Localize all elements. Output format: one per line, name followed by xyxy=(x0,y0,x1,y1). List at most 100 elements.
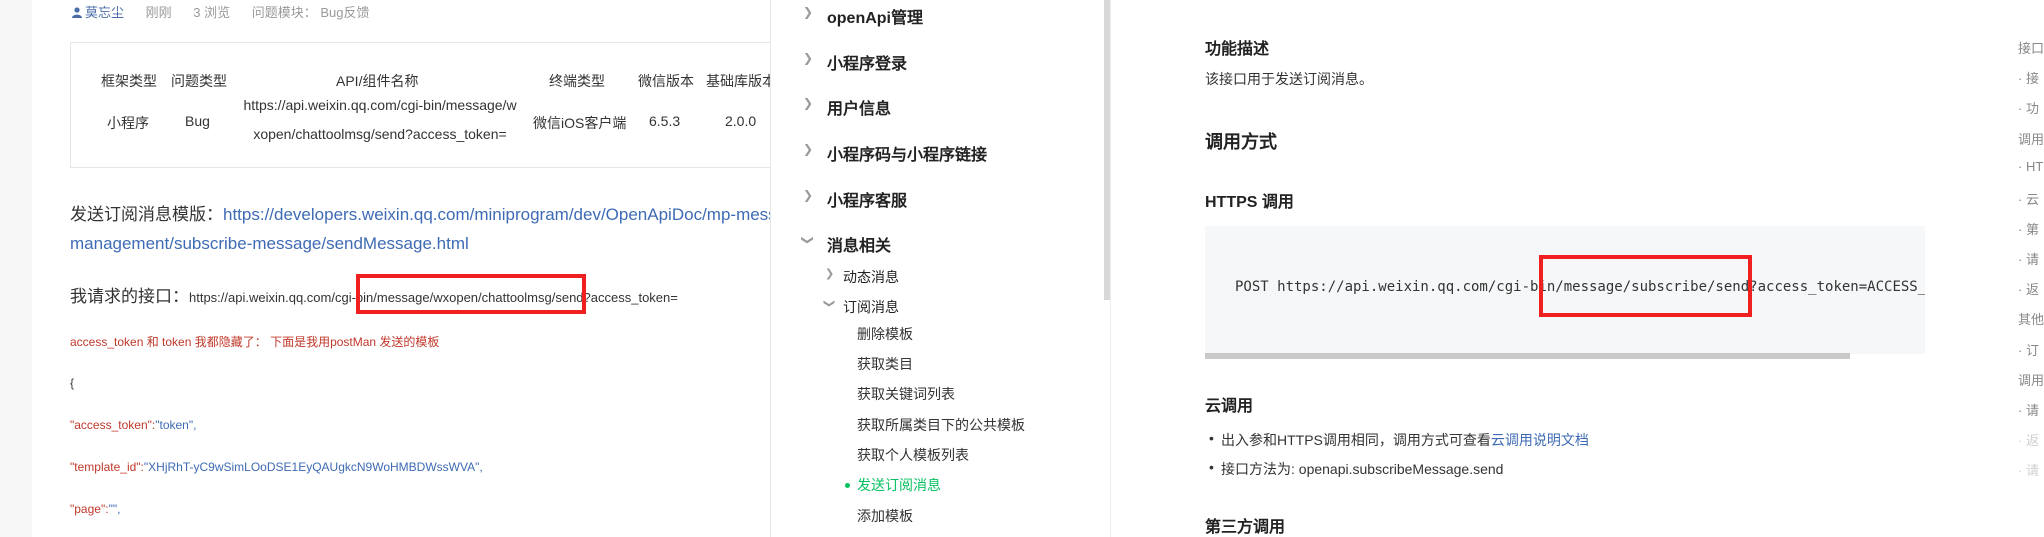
toc-item[interactable]: · HT xyxy=(2018,159,2043,174)
nav-label: 小程序码与小程序链接 xyxy=(827,147,988,164)
author-name: 莫忘尘 xyxy=(85,5,125,20)
section-call-title: 调用方式 xyxy=(1205,132,1277,152)
active-dot-icon xyxy=(845,483,850,488)
cloud-bullet-1: 出入参和HTTPS调用相同，调用方式可查看云调用说明文档 xyxy=(1209,430,1589,450)
nav-item-add-template[interactable]: 添加模板 xyxy=(771,506,1101,530)
template-label: 发送订阅消息模版： xyxy=(70,205,223,224)
toc-item[interactable]: · 返 xyxy=(2018,430,2039,449)
nav-item-message[interactable]: ❯ 消息相关 xyxy=(771,232,1101,256)
nav-label: 删除模板 xyxy=(857,326,913,342)
nav-label: 动态消息 xyxy=(843,269,899,285)
table-header-framework: 框架类型 xyxy=(101,73,157,89)
table-header-wechat-version: 微信版本 xyxy=(638,73,694,89)
nav-label: 小程序客服 xyxy=(827,193,908,210)
toc-item[interactable]: · 云 xyxy=(2018,189,2039,208)
toc-item[interactable]: · 订 xyxy=(2018,340,2039,359)
section-third-party-title: 第三方调用 xyxy=(1205,519,1286,536)
toc-item[interactable]: · 请 xyxy=(2018,249,2039,268)
section-cloud-title: 云调用 xyxy=(1205,398,1254,415)
nav-label: 获取类目 xyxy=(857,356,913,372)
template-paragraph: 发送订阅消息模版：https://developers.weixin.qq.co… xyxy=(70,200,770,258)
nav-item-get-private-templates[interactable]: 获取个人模板列表 xyxy=(771,445,1101,469)
nav-item-openapi[interactable]: ❯ openApi管理 xyxy=(771,4,1101,28)
toc-item[interactable]: 调用 xyxy=(2018,129,2044,148)
nav-item-dynamic-message[interactable]: ❯ 动态消息 xyxy=(771,267,1101,291)
nav-item-qrcode[interactable]: ❯ 小程序码与小程序链接 xyxy=(771,141,1101,165)
issue-info-table: 框架类型 问题类型 API/组件名称 终端类型 微信版本 基础库版本 小程序 B… xyxy=(70,42,770,168)
code-value: "token", xyxy=(155,418,197,432)
cell-issue-type: Bug xyxy=(185,113,210,129)
code-line-page: "page":"", xyxy=(70,502,120,516)
nav-item-login[interactable]: ❯ 小程序登录 xyxy=(771,50,1101,74)
cloud-bullet-2: 接口方法为: openapi.subscribeMessage.send xyxy=(1209,459,1503,479)
post-meta: 莫忘尘 刚刚 3 浏览 问题模块： Bug反馈 xyxy=(72,2,388,21)
nav-label: 添加模板 xyxy=(857,508,913,524)
chevron-right-icon: ❯ xyxy=(803,188,814,202)
cell-terminal: 微信iOS客户端 xyxy=(533,115,627,131)
table-header-terminal: 终端类型 xyxy=(549,73,605,89)
cell-api-line2: xopen/chattoolmsg/send?access_token= xyxy=(253,126,507,142)
code-value: "XHjRhT-yC9wSimLOoDSE1EyQAUgkcN9WoHMBDWs… xyxy=(143,460,483,474)
nav-item-send-subscribe-message[interactable]: 发送订阅消息 xyxy=(771,475,1101,499)
chevron-right-icon: ❯ xyxy=(825,268,835,280)
cell-api-line1: https://api.weixin.qq.com/cgi-bin/messag… xyxy=(243,97,517,113)
template-doc-link-cont[interactable]: management/subscribe-message/sendMessage… xyxy=(70,234,469,253)
toc-item[interactable]: 其他 xyxy=(2018,309,2044,328)
code-line-template-id: "template_id":"XHjRhT-yC9wSimLOoDSE1EyQA… xyxy=(70,460,483,474)
code-open-brace: { xyxy=(70,376,75,390)
table-header-api: API/组件名称 xyxy=(336,73,419,89)
cell-lib-version: 2.0.0 xyxy=(725,113,757,129)
nav-label: 消息相关 xyxy=(827,238,892,255)
chevron-right-icon: ❯ xyxy=(803,51,814,65)
section-func-title: 功能描述 xyxy=(1205,41,1270,58)
section-https-title: HTTPS 调用 xyxy=(1205,194,1294,211)
request-label: 我请求的接口： xyxy=(70,287,189,306)
cell-wechat-version: 6.5.3 xyxy=(649,113,681,129)
template-doc-link[interactable]: https://developers.weixin.qq.com/minipro… xyxy=(223,205,770,224)
toc-item[interactable]: · 请 xyxy=(2018,460,2039,479)
nav-label: 发送订阅消息 xyxy=(857,477,941,493)
nav-item-get-keywords[interactable]: 获取关键词列表 xyxy=(771,384,1101,408)
code-horizontal-scrollbar[interactable] xyxy=(1205,353,1850,359)
cell-api: https://api.weixin.qq.com/cgi-bin/messag… xyxy=(235,91,525,149)
chevron-right-icon: ❯ xyxy=(803,5,814,19)
post-views: 3 浏览 xyxy=(193,5,231,20)
community-post-pane: 莫忘尘 刚刚 3 浏览 问题模块： Bug反馈 框架类型 问题类型 API/组件… xyxy=(0,0,770,537)
toc-item[interactable]: · 返 xyxy=(2018,279,2039,298)
post-time: 刚刚 xyxy=(145,5,172,20)
toc-item[interactable]: · 请 xyxy=(2018,400,2039,419)
nav-item-get-category[interactable]: 获取类目 xyxy=(771,354,1101,378)
doc-toc: 接口 · 接 · 功 调用 · HT · 云 · 第 · 请 · 返 其他 · … xyxy=(1930,0,2044,537)
chevron-right-icon: ❯ xyxy=(803,142,814,156)
doc-content: 功能描述 该接口用于发送订阅消息。 调用方式 HTTPS 调用 POST htt… xyxy=(1110,0,1930,537)
nav-item-user-info[interactable]: ❯ 用户信息 xyxy=(771,95,1101,119)
code-line-access-token: "access_token":"token", xyxy=(70,418,196,432)
toc-item[interactable]: 接口 xyxy=(2018,38,2044,57)
postman-note: access_token 和 token 我都隐藏了： 下面是我用postMan… xyxy=(70,335,440,349)
toc-item[interactable]: · 功 xyxy=(2018,98,2039,117)
code-value: "", xyxy=(108,502,121,516)
toc-item[interactable]: · 第 xyxy=(2018,219,2039,238)
nav-item-customer-service[interactable]: ❯ 小程序客服 xyxy=(771,187,1101,211)
code-key: "template_id": xyxy=(70,460,144,474)
post-author[interactable]: 莫忘尘 xyxy=(72,5,124,20)
code-key: "page": xyxy=(70,502,109,516)
nav-label: 获取个人模板列表 xyxy=(857,447,969,463)
code-key: "access_token": xyxy=(70,418,156,432)
nav-label: 获取所属类目下的公共模板 xyxy=(857,417,1025,433)
nav-item-subscribe-message[interactable]: ❯ 订阅消息 xyxy=(771,297,1101,321)
toc-item[interactable]: 调用 xyxy=(2018,370,2044,389)
chevron-down-icon: ❯ xyxy=(801,234,816,246)
nav-label: 用户信息 xyxy=(827,101,892,118)
nav-label: 小程序登录 xyxy=(827,56,908,73)
cloud-doc-link[interactable]: 云调用说明文档 xyxy=(1491,432,1589,448)
nav-item-get-public-templates[interactable]: 获取所属类目下的公共模板 xyxy=(771,415,1101,439)
chevron-down-icon: ❯ xyxy=(823,298,836,309)
nav-label: 订阅消息 xyxy=(843,299,899,315)
toc-item[interactable]: · 接 xyxy=(2018,68,2039,87)
table-header-lib-version: 基础库版本 xyxy=(706,73,770,89)
post-module: 问题模块： Bug反馈 xyxy=(251,5,370,20)
nav-item-delete-template[interactable]: 删除模板 xyxy=(771,324,1101,348)
doc-sidebar-nav: ❯ openApi管理 ❯ 小程序登录 ❯ 用户信息 ❯ 小程序码与小程序链接 ❯ 小程序… xyxy=(770,0,1110,537)
chevron-right-icon: ❯ xyxy=(803,96,814,110)
